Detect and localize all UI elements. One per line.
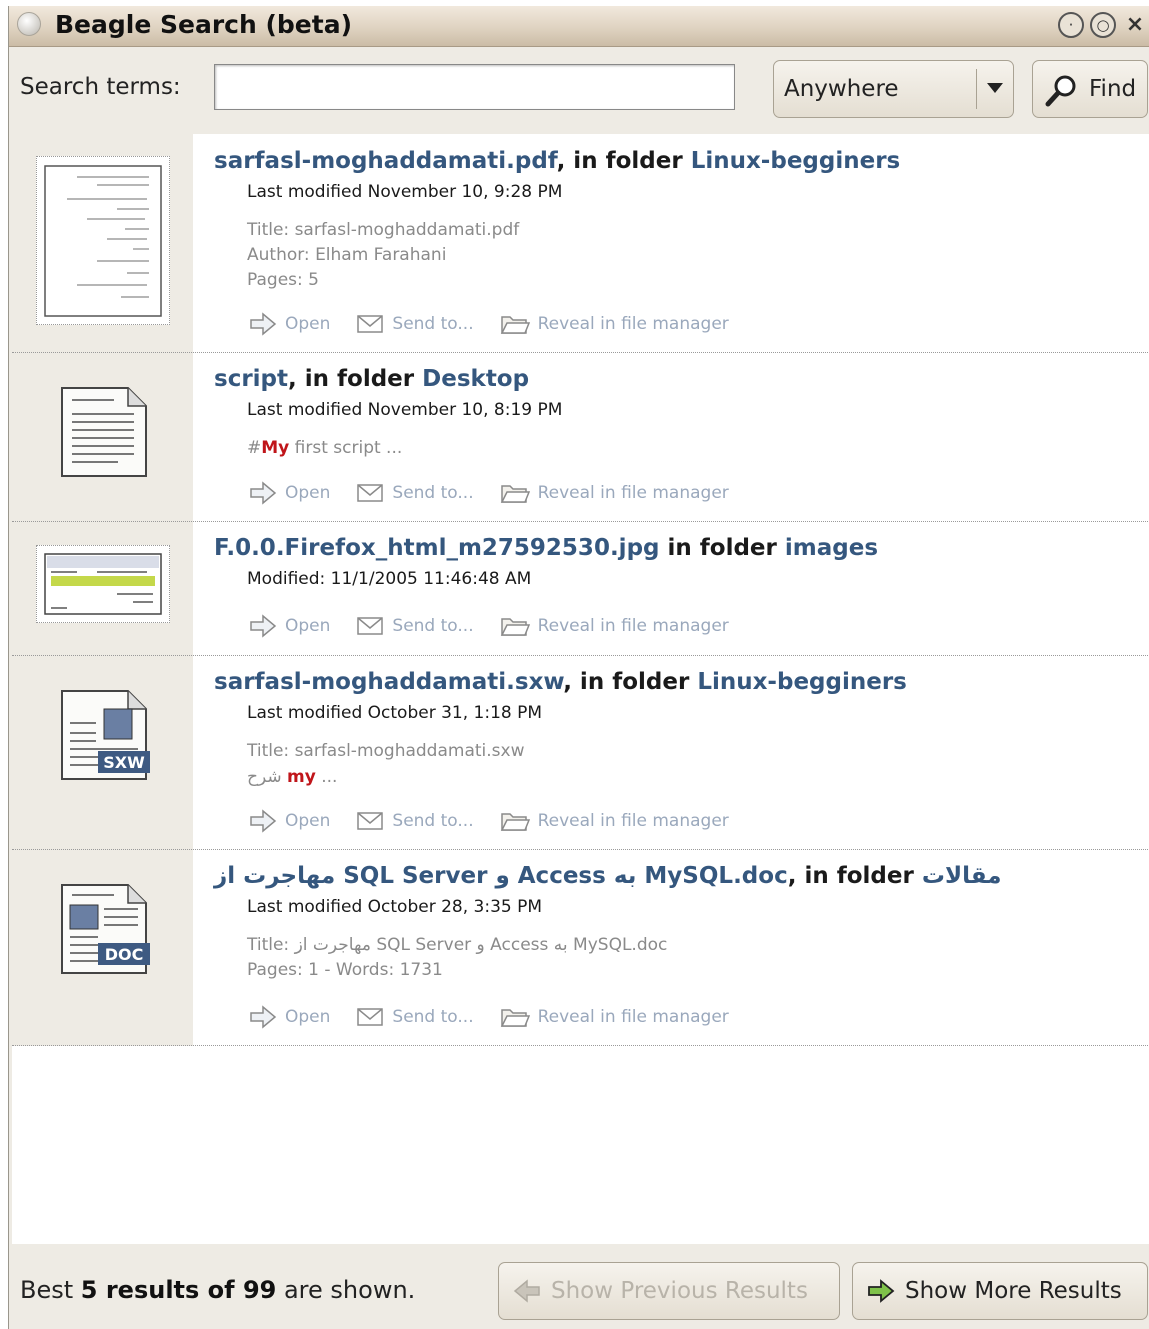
result-folder-link[interactable]: مقالات [922, 863, 1002, 889]
result-actions: Open Send to... Reveal in file manager [249, 612, 755, 640]
envelope-icon [357, 1008, 384, 1026]
result-modified: Modified: 11/1/2005 11:46:48 AM [247, 569, 532, 589]
result-title: sarfasl-moghaddamati.sxw, in folder Linu… [214, 669, 907, 695]
result-actions: Open Send to... Reveal in file manager [249, 310, 755, 338]
result-folder-link[interactable]: images [785, 535, 878, 561]
open-button[interactable]: Open [249, 809, 330, 833]
arrow-right-icon [250, 614, 277, 638]
result-modified: Last modified October 28, 3:35 PM [247, 897, 543, 917]
folder-icon [500, 813, 530, 831]
envelope-icon [357, 484, 384, 502]
find-label: Find [1089, 76, 1137, 102]
result-actions: Open Send to... Reveal in file manager [249, 479, 755, 507]
window-title: Beagle Search (beta) [55, 10, 353, 39]
search-terms-label: Search terms: [20, 74, 181, 100]
envelope-icon [357, 812, 384, 830]
pdf-thumbnail[interactable] [36, 156, 170, 325]
chevron-down-icon [987, 83, 1003, 93]
arrow-right-icon [250, 1005, 277, 1029]
result-item: F.0.0.Firefox_html_m27592530.jpg in fold… [12, 521, 1149, 656]
result-item: SXW sarfasl-moghaddamati.sxw, in folder … [12, 655, 1149, 850]
send-to-button[interactable]: Send to... [356, 482, 474, 504]
arrow-right-icon [868, 1279, 895, 1303]
result-item: DOC مهاجرت از SQL Server و Access به MyS… [12, 849, 1149, 1046]
send-to-button[interactable]: Send to... [356, 810, 474, 832]
result-title: F.0.0.Firefox_html_m27592530.jpg in fold… [214, 535, 879, 561]
scope-selected-value: Anywhere [784, 76, 899, 102]
result-file-link[interactable]: مهاجرت از SQL Server و Access به MySQL.d… [214, 863, 788, 889]
reveal-button[interactable]: Reveal in file manager [500, 1005, 729, 1029]
magnifier-icon [1045, 75, 1076, 107]
folder-icon [500, 1009, 530, 1027]
scope-dropdown[interactable]: Anywhere [773, 60, 1014, 118]
send-to-button[interactable]: Send to... [356, 313, 474, 335]
text-document-icon[interactable] [58, 384, 150, 480]
svg-text:SXW: SXW [103, 753, 145, 772]
result-folder-link[interactable]: Linux-begginers [691, 148, 901, 174]
result-snippet: شرح my ... [247, 767, 338, 787]
reveal-button[interactable]: Reveal in file manager [500, 614, 729, 638]
send-to-button[interactable]: Send to... [356, 1006, 474, 1028]
result-title: مهاجرت از SQL Server و Access به MySQL.d… [214, 863, 1002, 889]
result-file-link[interactable]: sarfasl-moghaddamati.sxw [214, 669, 563, 695]
result-title: script, in folder Desktop [214, 366, 530, 392]
reveal-button[interactable]: Reveal in file manager [500, 312, 729, 336]
result-title: sarfasl-moghaddamati.pdf, in folder Linu… [214, 148, 901, 174]
result-file-link[interactable]: F.0.0.Firefox_html_m27592530.jpg [214, 535, 660, 561]
show-more-results-button[interactable]: Show More Results [852, 1262, 1148, 1320]
reveal-button[interactable]: Reveal in file manager [500, 481, 729, 505]
result-detail: Author: Elham Farahani [247, 245, 447, 265]
result-actions: Open Send to... Reveal in file manager [249, 807, 755, 835]
close-icon[interactable]: × [1122, 12, 1148, 38]
folder-icon [500, 485, 530, 503]
show-previous-results-button[interactable]: Show Previous Results [498, 1262, 840, 1320]
results-status: Best 5 results of 99 are shown. [20, 1276, 416, 1304]
search-input[interactable] [214, 64, 735, 110]
result-actions: Open Send to... Reveal in file manager [249, 1003, 755, 1031]
beagle-search-window: Beagle Search (beta) · ○ × Search terms:… [8, 6, 1149, 1329]
envelope-icon [357, 617, 384, 635]
sxw-document-icon[interactable]: SXW [58, 687, 154, 785]
open-button[interactable]: Open [249, 614, 330, 638]
svg-text:DOC: DOC [105, 945, 144, 964]
result-detail: Title: sarfasl-moghaddamati.pdf [247, 220, 520, 240]
envelope-icon [357, 315, 384, 333]
folder-icon [500, 316, 530, 334]
result-detail: Pages: 5 [247, 270, 319, 290]
find-button[interactable]: Find [1032, 60, 1148, 118]
open-button[interactable]: Open [249, 312, 330, 336]
result-detail: Pages: 1 - Words: 1731 [247, 960, 443, 980]
result-modified: Last modified November 10, 8:19 PM [247, 400, 563, 420]
send-to-button[interactable]: Send to... [356, 615, 474, 637]
beagle-app-icon [17, 12, 41, 36]
result-detail: Title: sarfasl-moghaddamati.sxw [247, 741, 525, 761]
window-controls: · ○ × [1058, 12, 1148, 40]
arrow-left-icon [513, 1279, 540, 1303]
arrow-right-icon [250, 481, 277, 505]
result-detail: Title: مهاجرت از SQL Server و Access به … [247, 935, 668, 955]
result-file-link[interactable]: script [214, 366, 288, 392]
folder-icon [500, 618, 530, 636]
result-folder-link[interactable]: Desktop [422, 366, 529, 392]
doc-document-icon[interactable]: DOC [58, 881, 154, 979]
title-bar[interactable]: Beagle Search (beta) · ○ × [9, 6, 1149, 47]
image-thumbnail[interactable] [36, 545, 170, 623]
result-item: sarfasl-moghaddamati.pdf, in folder Linu… [12, 134, 1149, 353]
open-button[interactable]: Open [249, 1005, 330, 1029]
result-file-link[interactable]: sarfasl-moghaddamati.pdf [214, 148, 557, 174]
result-snippet: #My first script ... [247, 438, 403, 458]
minimize-icon[interactable]: · [1058, 12, 1084, 38]
results-list: sarfasl-moghaddamati.pdf, in folder Linu… [12, 134, 1149, 1244]
result-folder-link[interactable]: Linux-begginers [697, 669, 907, 695]
result-item: script, in folder Desktop Last modified … [12, 352, 1149, 522]
reveal-button[interactable]: Reveal in file manager [500, 809, 729, 833]
result-modified: Last modified October 31, 1:18 PM [247, 703, 543, 723]
result-modified: Last modified November 10, 9:28 PM [247, 182, 563, 202]
arrow-right-icon [250, 312, 277, 336]
open-button[interactable]: Open [249, 481, 330, 505]
arrow-right-icon [250, 809, 277, 833]
maximize-icon[interactable]: ○ [1090, 12, 1116, 38]
